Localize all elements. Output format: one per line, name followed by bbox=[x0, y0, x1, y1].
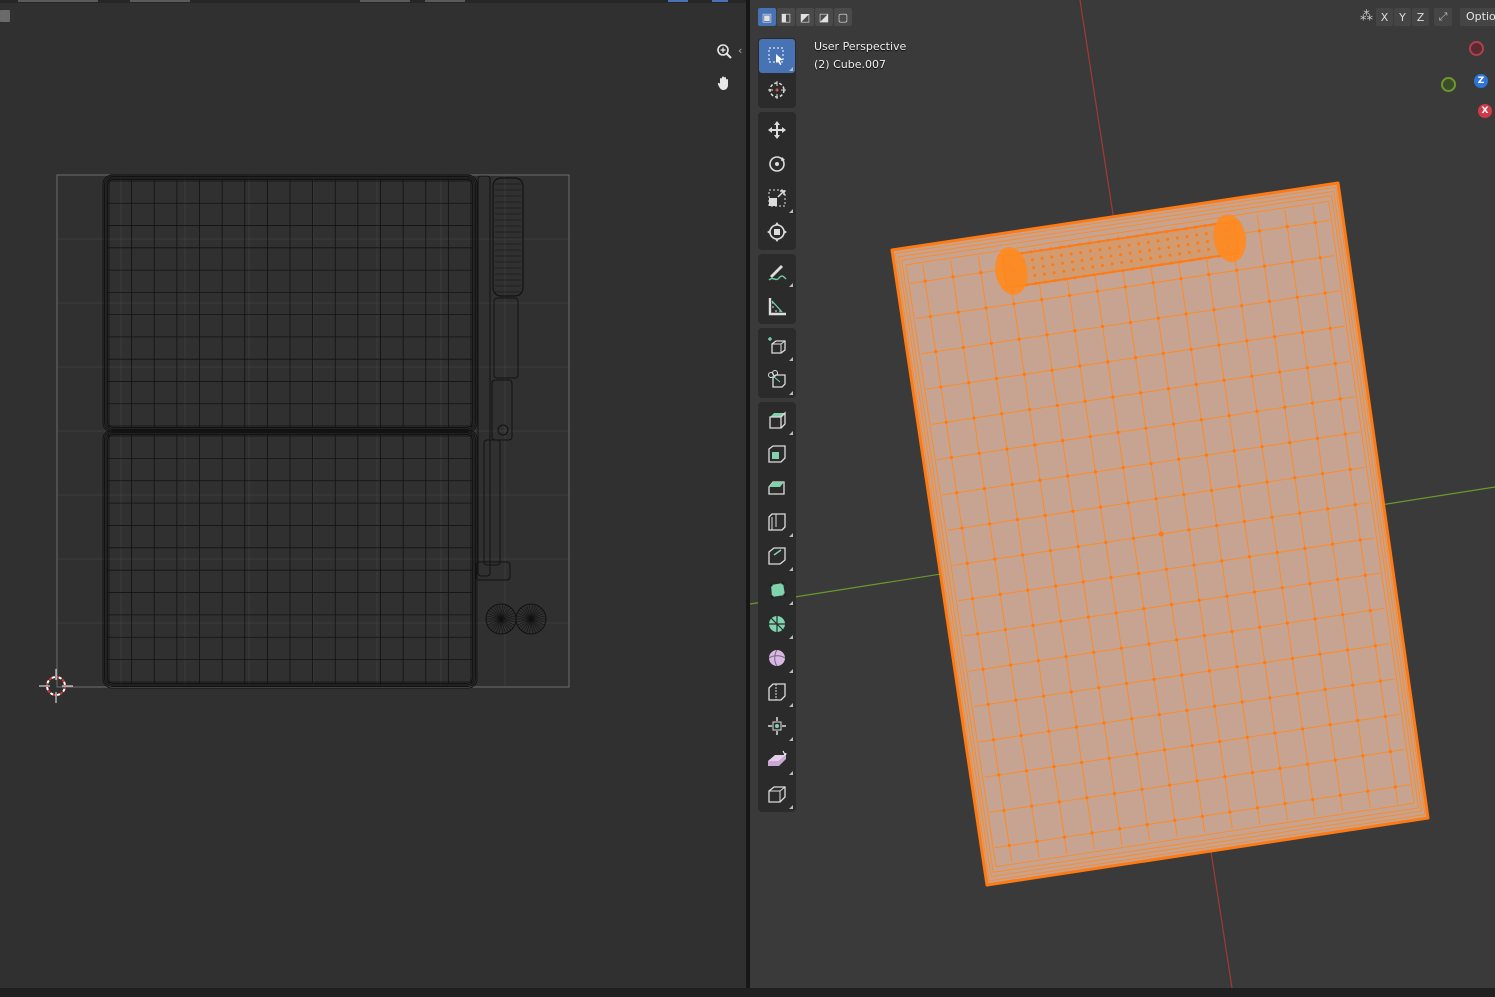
select-box-icon[interactable] bbox=[759, 39, 795, 73]
axis-z-toggle[interactable]: Z bbox=[1412, 8, 1429, 26]
gizmo-neg-x-icon[interactable] bbox=[1441, 77, 1456, 92]
smooth-icon[interactable] bbox=[759, 641, 795, 675]
shear-icon[interactable] bbox=[759, 743, 795, 777]
transform-icon[interactable] bbox=[759, 215, 795, 249]
axis-x-toggle[interactable]: X bbox=[1376, 8, 1393, 26]
rip-region-icon[interactable] bbox=[759, 777, 795, 811]
active-object-label: (2) Cube.007 bbox=[814, 58, 886, 71]
select-mode-buttons[interactable]: ▣ ◧ ◩ ◪ ▢ bbox=[758, 8, 852, 26]
measure-icon[interactable] bbox=[759, 289, 795, 323]
uv-canvas[interactable] bbox=[0, 0, 746, 988]
axis-y-toggle[interactable]: Y bbox=[1394, 8, 1411, 26]
viewport-info-overlay: User Perspective (2) Cube.007 bbox=[814, 38, 906, 74]
status-bar bbox=[0, 988, 1495, 997]
extrude-icon[interactable] bbox=[759, 403, 795, 437]
uv-2d-cursor[interactable] bbox=[39, 669, 73, 703]
auto-merge-icon[interactable]: ⤢ bbox=[1434, 8, 1452, 26]
scale-icon[interactable] bbox=[759, 181, 795, 215]
mirror-butterfly-icon[interactable]: ⁂ bbox=[1360, 9, 1373, 24]
shrink-fatten-icon[interactable] bbox=[759, 709, 795, 743]
tool-shelf[interactable] bbox=[758, 38, 796, 816]
poly-build-icon[interactable] bbox=[759, 573, 795, 607]
view-name: User Perspective bbox=[814, 40, 907, 53]
annotate-icon[interactable] bbox=[759, 255, 795, 289]
bevel-icon[interactable] bbox=[759, 471, 795, 505]
selected-mesh-cube-007[interactable] bbox=[890, 181, 1430, 887]
gizmo-x-axis[interactable]: X bbox=[1478, 104, 1492, 118]
pan-hand-icon[interactable] bbox=[712, 71, 736, 95]
collapse-arrow-icon[interactable]: ‹ bbox=[738, 44, 742, 57]
loop-cut-icon[interactable] bbox=[759, 505, 795, 539]
select-subtract-icon[interactable]: ◩ bbox=[796, 8, 814, 26]
offset-edge-icon[interactable] bbox=[759, 539, 795, 573]
knife-cube-icon[interactable] bbox=[759, 363, 795, 397]
inset-icon[interactable] bbox=[759, 437, 795, 471]
move-icon[interactable] bbox=[759, 113, 795, 147]
gizmo-z-axis[interactable]: Z bbox=[1474, 74, 1488, 88]
add-cube-icon[interactable] bbox=[759, 329, 795, 363]
zoom-icon[interactable] bbox=[712, 40, 736, 64]
select-new-icon[interactable]: ▣ bbox=[758, 8, 776, 26]
select-invert-icon[interactable]: ◪ bbox=[815, 8, 833, 26]
rotate-icon[interactable] bbox=[759, 147, 795, 181]
viewport-canvas[interactable] bbox=[750, 0, 1495, 988]
select-extend-icon[interactable]: ◧ bbox=[777, 8, 795, 26]
edge-slide-icon[interactable] bbox=[759, 675, 795, 709]
mirror-axis-toggles[interactable]: X Y Z bbox=[1376, 8, 1429, 26]
uv-editor[interactable]: ‹ bbox=[0, 0, 746, 988]
3d-viewport[interactable]: ▣ ◧ ◩ ◪ ▢ ⁂ X Y Z ⤢ Optio User Perspecti… bbox=[750, 0, 1495, 988]
select-intersect-icon[interactable]: ▢ bbox=[834, 8, 852, 26]
spin-icon[interactable] bbox=[759, 607, 795, 641]
cursor-icon[interactable] bbox=[759, 73, 795, 107]
gizmo-neg-y-icon[interactable] bbox=[1469, 41, 1484, 56]
options-dropdown[interactable]: Optio bbox=[1460, 8, 1495, 26]
